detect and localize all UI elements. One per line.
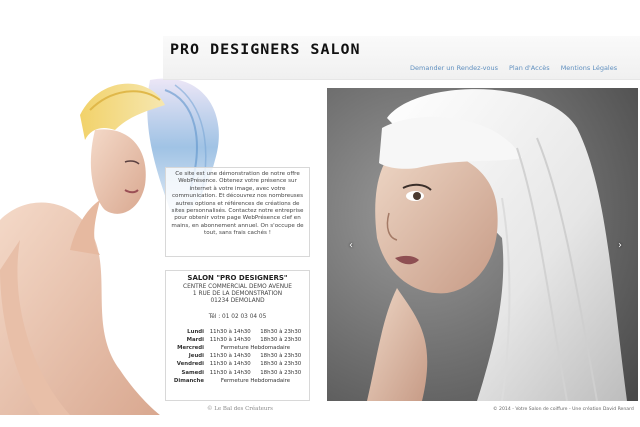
hours-day: Jeudi	[188, 353, 204, 360]
hours-pm: 18h30 à 23h30	[260, 369, 302, 376]
hours-closed: Fermeture Hebdomadaire	[220, 377, 291, 384]
hours-pm: 18h30 à 23h30	[260, 353, 302, 360]
info-panel: Ce site est une démonstration de notre o…	[165, 167, 310, 257]
chevron-right-icon[interactable]: ›	[618, 240, 622, 251]
chevron-left-icon[interactable]: ‹	[349, 240, 353, 251]
nav-item-appointment[interactable]: Demander un Rendez-vous	[410, 64, 498, 72]
hours-row: Lundi 11h30 à 14h30 18h30 à 23h30	[169, 328, 306, 336]
hours-pm: 18h30 à 23h30	[260, 336, 302, 343]
hours-day: Vendredi	[176, 361, 204, 368]
phone-number[interactable]: Tél : 01 02 03 04 05	[169, 314, 306, 320]
hours-am: 11h30 à 14h30	[209, 361, 251, 368]
photo-slideshow[interactable]	[327, 88, 638, 401]
hours-row: Dimanche Fermeture Hebdomadaire	[169, 377, 306, 385]
hours-am: 11h30 à 14h30	[209, 328, 251, 335]
hours-row: Samedi 11h30 à 14h30 18h30 à 23h30	[169, 369, 306, 377]
hours-day: Samedi	[181, 369, 205, 376]
footer-credit: © 2014 - Votre Salon de coiffure - Une c…	[493, 407, 634, 412]
contact-panel: SALON "PRO DESIGNERS" CENTRE COMMERCIAL …	[165, 270, 310, 401]
hours-pm: 18h30 à 23h30	[260, 361, 302, 368]
slide-image-platinum-hair	[327, 88, 638, 401]
hours-row: Mardi 11h30 à 14h30 18h30 à 23h30	[169, 336, 306, 344]
hours-am: 11h30 à 14h30	[209, 353, 251, 360]
address-line-1: CENTRE COMMERCIAL DEMO AVENUE	[183, 284, 292, 290]
hours-day: Mardi	[186, 336, 204, 343]
hours-day: Lundi	[187, 328, 204, 335]
address-line-2: 1 RUE DE LA DEMONSTRATION	[192, 291, 283, 298]
hours-pm: 18h30 à 23h30	[260, 328, 302, 335]
hours-day: Mercredi	[177, 345, 204, 352]
info-text: Ce site est une démonstration de notre o…	[171, 171, 304, 237]
hours-day: Dimanche	[173, 377, 204, 384]
hours-am: 11h30 à 14h30	[209, 369, 251, 376]
main-nav: Demander un Rendez-vous Plan d'Accès Men…	[410, 64, 617, 72]
hours-row: Jeudi 11h30 à 14h30 18h30 à 23h30	[169, 352, 306, 360]
hours-row: Mercredi Fermeture Hebdomadaire	[169, 344, 306, 352]
hours-row: Vendredi 11h30 à 14h30 18h30 à 23h30	[169, 360, 306, 368]
hours-closed: Fermeture Hebdomadaire	[220, 345, 291, 352]
site-logo[interactable]: PRO DESIGNERS SALON	[170, 40, 361, 57]
image-credit: © Le Bal des Créateurs	[207, 406, 273, 412]
opening-hours-table: Lundi 11h30 à 14h30 18h30 à 23h30 Mardi …	[169, 328, 306, 385]
nav-item-access-map[interactable]: Plan d'Accès	[509, 64, 550, 72]
address-line-3: 01234 DEMOLAND	[210, 298, 265, 305]
nav-item-legal[interactable]: Mentions Légales	[561, 64, 617, 72]
salon-name: SALON "PRO DESIGNERS"	[187, 274, 288, 282]
hours-am: 11h30 à 14h30	[209, 336, 251, 343]
